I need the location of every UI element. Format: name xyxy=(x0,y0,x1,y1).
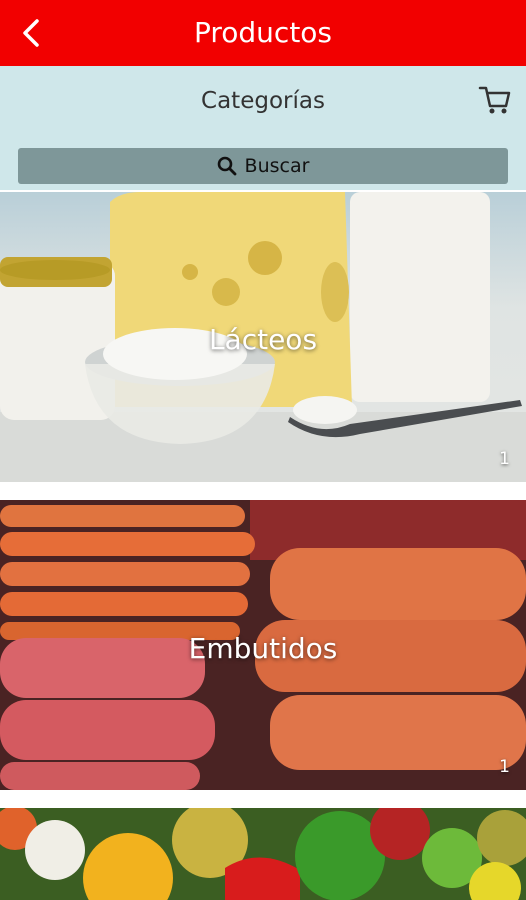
search-icon xyxy=(217,156,236,176)
page-title: Productos xyxy=(193,16,333,49)
category-label: Lácteos xyxy=(208,323,318,356)
section-title: Categorías xyxy=(201,88,325,114)
top-bar: Productos xyxy=(0,0,526,66)
cart-icon xyxy=(478,86,511,114)
category-card-3[interactable] xyxy=(0,808,526,900)
category-label: Embutidos xyxy=(188,632,338,665)
search-label: Buscar xyxy=(244,155,310,177)
category-card-embutidos[interactable]: Embutidos 1 xyxy=(0,500,526,790)
search-button[interactable]: Buscar xyxy=(18,148,508,184)
app-screen: Productos Categorías Buscar Lácteos 1 Em… xyxy=(0,0,526,900)
category-count: 1 xyxy=(499,449,510,469)
category-count: 1 xyxy=(499,757,510,777)
produce-image xyxy=(0,808,526,900)
cart-button[interactable] xyxy=(478,84,512,116)
category-card-lacteos[interactable]: Lácteos 1 xyxy=(0,192,526,482)
